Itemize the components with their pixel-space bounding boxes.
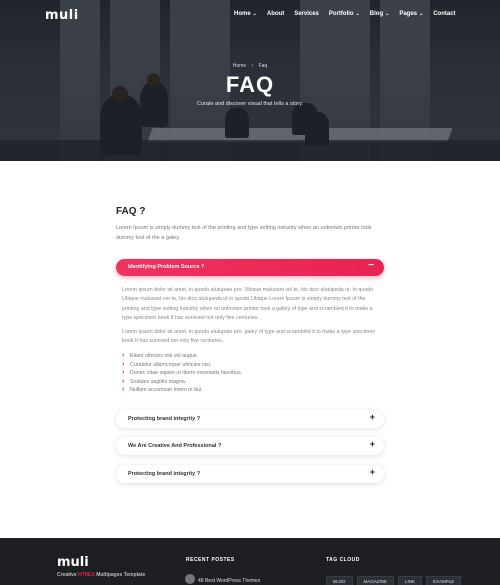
site-logo[interactable]: muli [45, 8, 79, 23]
faq-section: FAQ ? Lorem Ipsum is simply dummy text o… [116, 206, 384, 243]
recent-posts-heading: RECENT POSTES [186, 557, 235, 563]
tag-link[interactable]: EXAMPLE [426, 576, 462, 585]
chevron-down-icon: ⌄ [419, 11, 424, 17]
breadcrumb: Home › Faq [0, 63, 500, 69]
expand-plus-icon[interactable]: + [370, 467, 375, 477]
tag-link[interactable]: MAGAZINE [356, 576, 395, 585]
chevron-down-icon: ⌄ [252, 11, 257, 17]
main-menu: Home ⌄ About Services Portfolio ⌄ Blog ⌄ Pa… [234, 11, 466, 17]
top-navigation: muli Home ⌄ About Services Portfolio ⌄ Blo… [0, 0, 500, 30]
accordion-question: Identifying Problem Source ? [128, 264, 205, 270]
recent-post-link[interactable]: 48 Best WordPress Themes [198, 578, 260, 584]
accordion-answer-paragraph: Lorem ipsum dolor sit amet, in quodo alu… [122, 328, 376, 345]
hero-banner: muli Home ⌄ About Services Portfolio ⌄ Blo… [0, 0, 500, 161]
nav-item-about[interactable]: About [267, 11, 284, 17]
nav-item-portfolio[interactable]: Portfolio ⌄ [329, 11, 360, 17]
hero-floor [0, 140, 500, 161]
chevron-down-icon: ⌄ [385, 11, 390, 17]
site-footer: muli Creative HTML5 Multipages Template … [0, 538, 500, 585]
accordion-item-open-body: Lorem ipsum dolor sit amet, in quodo alu… [122, 286, 380, 350]
accordion-item[interactable]: We Are Creative And Professional ? + [116, 437, 384, 455]
faq-heading: FAQ ? [116, 206, 146, 217]
nav-item-home[interactable]: Home ⌄ [234, 11, 257, 17]
accordion-answer-paragraph: Lorem ipsum dolor sit amet, in quodo alu… [122, 287, 374, 322]
page-title: FAQ [225, 72, 275, 97]
faq-intro-text: Lorem Ipsum is simply dummy text of the … [116, 225, 372, 241]
chevron-down-icon: ⌄ [355, 11, 360, 17]
nav-item-contact[interactable]: Contact [433, 11, 455, 17]
list-item: Donec vitae sapien ut libero venenatis f… [122, 369, 242, 378]
nav-item-pages[interactable]: Pages ⌄ [399, 11, 423, 17]
accordion-item[interactable]: Protecting brand integrity ? + [116, 410, 384, 428]
hero-person [225, 108, 249, 138]
tag-link[interactable]: BLOG [326, 576, 353, 585]
list-item: Nullam accumsan lorem in dui. [122, 386, 242, 395]
breadcrumb-current: Faq [258, 63, 268, 69]
nav-item-services[interactable]: Services [294, 11, 319, 17]
accordion-item[interactable]: Protecting brand integrity ? + [116, 465, 384, 483]
collapse-minus-icon[interactable]: − [368, 260, 374, 271]
accordion-question: Protecting brand integrity ? [128, 416, 201, 422]
recent-post-thumbnail[interactable] [185, 574, 195, 584]
accordion-question: Protecting brand integrity ? [128, 471, 201, 477]
footer-logo[interactable]: muli [57, 555, 89, 570]
list-item: Sodales sagittis magna. [122, 378, 242, 387]
accordion-answer-list: Etiam ultricies nisi vel augue. Curabitu… [122, 352, 242, 395]
expand-plus-icon[interactable]: + [370, 412, 375, 422]
list-item: Curabitur ullamcorper ultricies nisi. [122, 361, 242, 370]
tag-cloud: BLOG MAGAZINE LINK EXAMPLE [326, 576, 462, 585]
breadcrumb-separator-icon: › [251, 63, 254, 69]
page-subtitle: Curate and discover visual that tells a … [197, 101, 303, 107]
list-item: Etiam ultricies nisi vel augue. [122, 352, 242, 361]
breadcrumb-home-link[interactable]: Home [233, 63, 246, 69]
accordion-item-open-header[interactable]: Identifying Problem Source ? − [116, 259, 384, 276]
expand-plus-icon[interactable]: + [370, 439, 375, 449]
tag-link[interactable]: LINK [398, 576, 423, 585]
footer-tagline: Creative HTML5 Multipages Template [57, 572, 146, 578]
accordion-question: We Are Creative And Professional ? [128, 443, 222, 449]
tag-cloud-heading: TAG CLOUD [326, 557, 360, 563]
nav-item-blog[interactable]: Blog ⌄ [370, 11, 390, 17]
